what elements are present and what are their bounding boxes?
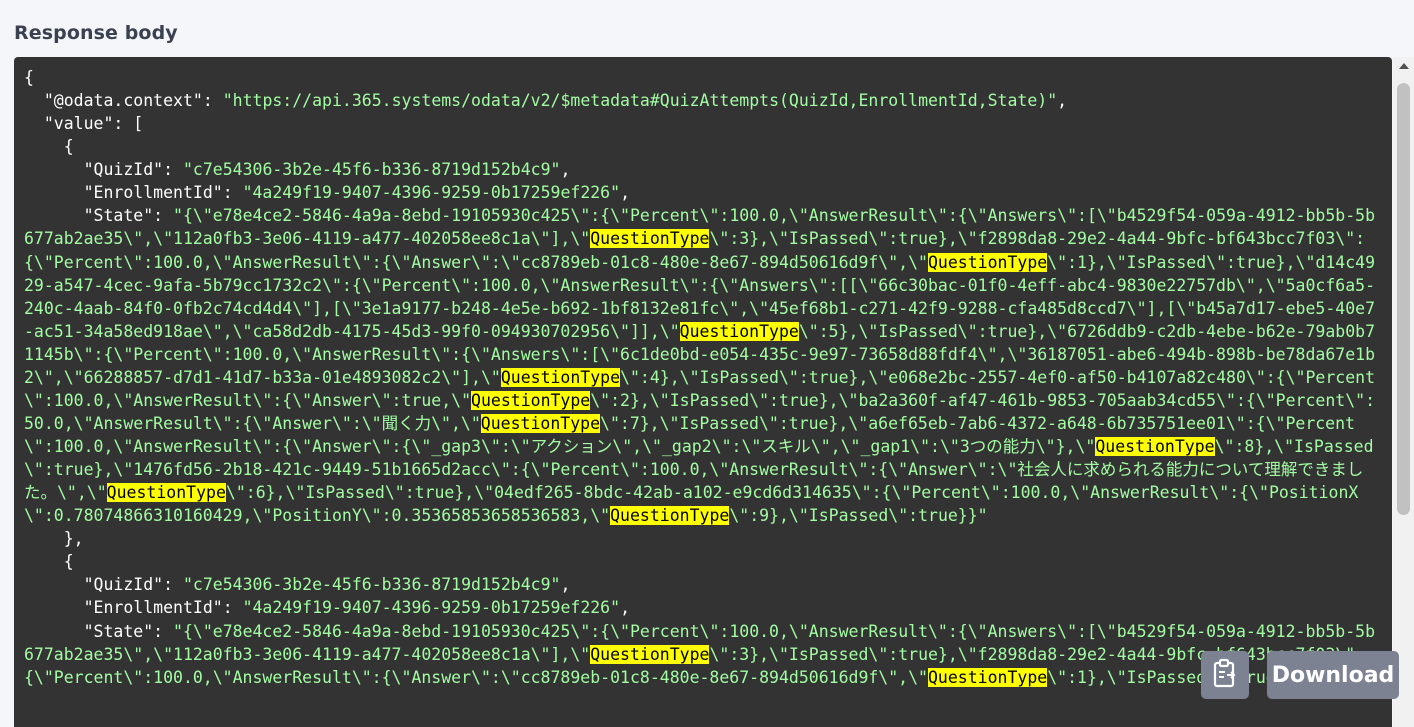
scrollbar-thumb[interactable] bbox=[1397, 83, 1410, 515]
search-highlight: QuestionType bbox=[1095, 437, 1215, 456]
response-body-title: Response body bbox=[14, 22, 178, 44]
download-button[interactable]: Download bbox=[1267, 651, 1399, 699]
code-line: { bbox=[24, 552, 74, 572]
code-line: "value": [ bbox=[43, 114, 144, 134]
search-highlight: QuestionType bbox=[480, 413, 601, 433]
code-line: { bbox=[24, 137, 74, 157]
code-line: "State": "{\"e78e4ce2-5846-4a9a-8ebd-191… bbox=[24, 206, 1376, 526]
search-highlight: QuestionType bbox=[590, 644, 710, 664]
response-code[interactable]: { "@odata.context": "https://api.365.sys… bbox=[14, 57, 1392, 689]
code-line: "EnrollmentId": "4a249f19-9407-4396-9259… bbox=[83, 598, 630, 618]
code-line: "QuizId": "c7e54306-3b2e-45f6-b336-8719d… bbox=[83, 160, 571, 180]
code-line: "State": "{\"e78e4ce2-5846-4a9a-8ebd-191… bbox=[24, 621, 1376, 687]
scroll-up-arrow-icon[interactable] bbox=[1399, 63, 1409, 69]
code-line: }, bbox=[24, 529, 84, 549]
vertical-scrollbar[interactable] bbox=[1393, 57, 1414, 727]
search-highlight: QuestionType bbox=[927, 252, 1048, 272]
search-highlight: QuestionType bbox=[679, 321, 799, 341]
code-line: "EnrollmentId": "4a249f19-9407-4396-9259… bbox=[83, 183, 630, 203]
copy-button[interactable] bbox=[1201, 651, 1249, 699]
search-highlight: QuestionType bbox=[500, 367, 621, 387]
search-highlight: QuestionType bbox=[471, 390, 591, 410]
response-body-panel[interactable]: { "@odata.context": "https://api.365.sys… bbox=[14, 57, 1392, 727]
code-line: "QuizId": "c7e54306-3b2e-45f6-b336-8719d… bbox=[83, 575, 571, 595]
search-highlight: QuestionType bbox=[610, 506, 730, 526]
clipboard-copy-icon bbox=[1212, 658, 1238, 693]
search-highlight: QuestionType bbox=[590, 229, 710, 249]
code-line: "@odata.context": "https://api.365.syste… bbox=[43, 91, 1068, 111]
code-line: { bbox=[24, 68, 34, 87]
search-highlight: QuestionType bbox=[106, 483, 226, 503]
search-highlight: QuestionType bbox=[927, 667, 1048, 687]
